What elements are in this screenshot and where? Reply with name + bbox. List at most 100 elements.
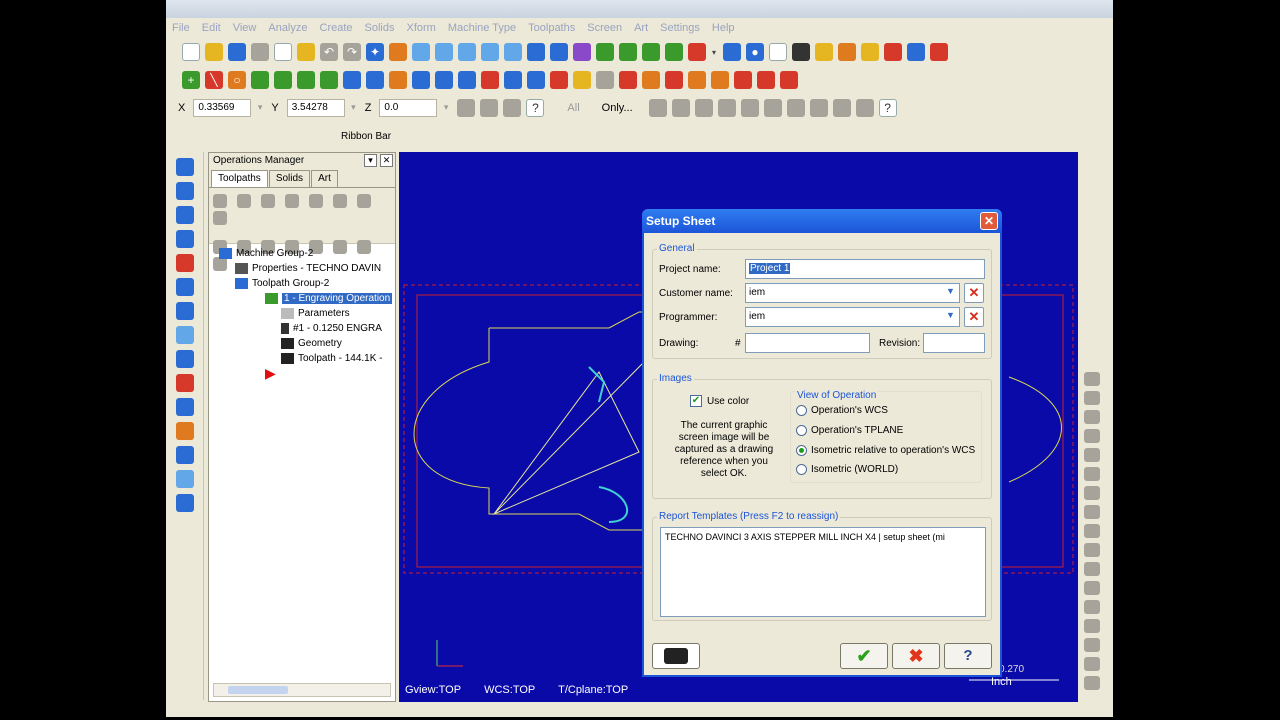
selection-help-icon[interactable]: ?: [878, 99, 897, 117]
side-tool-3-icon[interactable]: [1084, 410, 1100, 424]
wrench-icon[interactable]: [596, 71, 614, 89]
drill-icon[interactable]: [734, 71, 752, 89]
dimension-icon[interactable]: [711, 71, 729, 89]
question-icon[interactable]: ?: [526, 99, 545, 117]
tab-solids[interactable]: Solids: [268, 170, 311, 187]
clear-programmer-button[interactable]: ✕: [964, 307, 984, 327]
select-all-ops-icon[interactable]: [213, 194, 227, 208]
customer-dropdown-icon[interactable]: ▼: [944, 286, 957, 300]
mirror-icon[interactable]: [907, 43, 925, 61]
tree-toolpath-group[interactable]: Toolpath Group-2: [235, 278, 329, 289]
table-icon[interactable]: [642, 71, 660, 89]
side-tool-11-icon[interactable]: [1084, 562, 1100, 576]
print-icon[interactable]: [251, 43, 269, 61]
tcplane-label[interactable]: T/Cplane:TOP: [558, 684, 628, 696]
clear-customer-button[interactable]: ✕: [964, 283, 984, 303]
multiaxis-icon[interactable]: [176, 350, 194, 368]
translate-icon[interactable]: [389, 71, 407, 89]
verify-icon[interactable]: [550, 43, 568, 61]
brush-icon[interactable]: [861, 43, 879, 61]
gview-label[interactable]: Gview:TOP: [405, 684, 461, 696]
fillet-icon[interactable]: [274, 71, 292, 89]
tree-machine-group[interactable]: Machine Group-2: [219, 248, 313, 259]
radio-isometric-world[interactable]: Isometric (WORLD): [796, 464, 898, 475]
clear-selection-icon[interactable]: [832, 99, 851, 117]
post-icon[interactable]: [780, 71, 798, 89]
menu-create[interactable]: Create: [320, 22, 353, 34]
menu-edit[interactable]: Edit: [202, 22, 221, 34]
face-icon[interactable]: [176, 278, 194, 296]
view-front-icon[interactable]: [619, 43, 637, 61]
side-tool-1-icon[interactable]: [1084, 372, 1100, 386]
use-color-checkbox[interactable]: ✔ Use color: [690, 395, 749, 407]
stretch-icon[interactable]: [527, 71, 545, 89]
tool-manager-icon[interactable]: [176, 158, 194, 176]
side-tool-15-icon[interactable]: [1084, 638, 1100, 652]
zoom-window-icon[interactable]: [435, 43, 453, 61]
eraser-icon[interactable]: [688, 71, 706, 89]
circle-icon[interactable]: ○: [228, 71, 246, 89]
surface-rough-icon[interactable]: [176, 302, 194, 320]
trim-icon[interactable]: [343, 71, 361, 89]
nesting-icon[interactable]: [176, 446, 194, 464]
side-tool-17-icon[interactable]: [1084, 676, 1100, 690]
wcs-label[interactable]: WCS:TOP: [484, 684, 535, 696]
side-tool-8-icon[interactable]: [1084, 505, 1100, 519]
zoom-fit-icon[interactable]: [412, 43, 430, 61]
customer-name-combo[interactable]: iem ▼: [745, 283, 960, 303]
side-tool-16-icon[interactable]: [1084, 657, 1100, 671]
select-chain-icon[interactable]: [671, 99, 690, 117]
insert-arrow-marker-icon[interactable]: ▶: [265, 365, 276, 382]
regen-dirty-icon[interactable]: [285, 194, 300, 208]
backplot-icon[interactable]: [573, 43, 591, 61]
open-folder-icon[interactable]: [205, 43, 223, 61]
help-button[interactable]: ?: [944, 643, 992, 669]
select-mode-icon[interactable]: [648, 99, 667, 117]
pane-close-button[interactable]: ✕: [380, 154, 393, 167]
horizontal-scrollbar[interactable]: [213, 683, 391, 697]
scrollbar-thumb[interactable]: [228, 686, 288, 694]
sphere-icon[interactable]: ●: [746, 43, 764, 61]
drill-down-icon[interactable]: [176, 230, 194, 248]
line-icon[interactable]: ╲: [205, 71, 223, 89]
menu-help[interactable]: Help: [712, 22, 735, 34]
trim-toolpath-icon[interactable]: [176, 422, 194, 440]
side-tool-13-icon[interactable]: [1084, 600, 1100, 614]
zoom-in-icon[interactable]: [458, 43, 476, 61]
select-window-icon[interactable]: [694, 99, 713, 117]
tree-toolpath[interactable]: Toolpath - 144.1K -: [281, 353, 383, 364]
menu-settings[interactable]: Settings: [660, 22, 700, 34]
select-single-icon[interactable]: [786, 99, 805, 117]
globe-icon[interactable]: [723, 43, 741, 61]
scale-icon[interactable]: [435, 71, 453, 89]
wire-icon[interactable]: [176, 494, 194, 512]
post-ops-icon[interactable]: [357, 194, 372, 208]
array-icon[interactable]: [550, 71, 568, 89]
side-tool-5-icon[interactable]: [1084, 448, 1100, 462]
verify-ops-icon[interactable]: [333, 194, 348, 208]
project-name-input[interactable]: Project 1: [745, 259, 985, 279]
surface-finish-icon[interactable]: [176, 326, 194, 344]
y-coordinate-field[interactable]: 3.54278: [286, 99, 356, 117]
engrave-icon[interactable]: [757, 71, 775, 89]
menu-analyze[interactable]: Analyze: [268, 22, 307, 34]
z-coordinate-field[interactable]: 0.0: [379, 99, 448, 117]
side-tool-12-icon[interactable]: [1084, 581, 1100, 595]
side-tool-2-icon[interactable]: [1084, 391, 1100, 405]
wireframe-cube-icon[interactable]: [769, 43, 787, 61]
new-file-icon[interactable]: [182, 43, 200, 61]
menu-screen[interactable]: Screen: [587, 22, 622, 34]
selection-cube-icon[interactable]: [503, 99, 522, 117]
side-tool-9-icon[interactable]: [1084, 524, 1100, 538]
tab-art[interactable]: Art: [311, 170, 338, 187]
screenshot-button[interactable]: [652, 643, 700, 669]
side-tool-4-icon[interactable]: [1084, 429, 1100, 443]
expand-icon[interactable]: [213, 257, 227, 271]
regen-selected-icon[interactable]: [261, 194, 276, 208]
programmer-dropdown-icon[interactable]: ▼: [944, 310, 957, 324]
fast-point-icon[interactable]: [457, 99, 476, 117]
point-icon[interactable]: +: [182, 71, 200, 89]
tree-tool[interactable]: #1 - 0.1250 ENGRA: [281, 323, 382, 334]
transform-op-icon[interactable]: [176, 374, 194, 392]
chevron-down-icon[interactable]: ▾: [711, 43, 717, 61]
